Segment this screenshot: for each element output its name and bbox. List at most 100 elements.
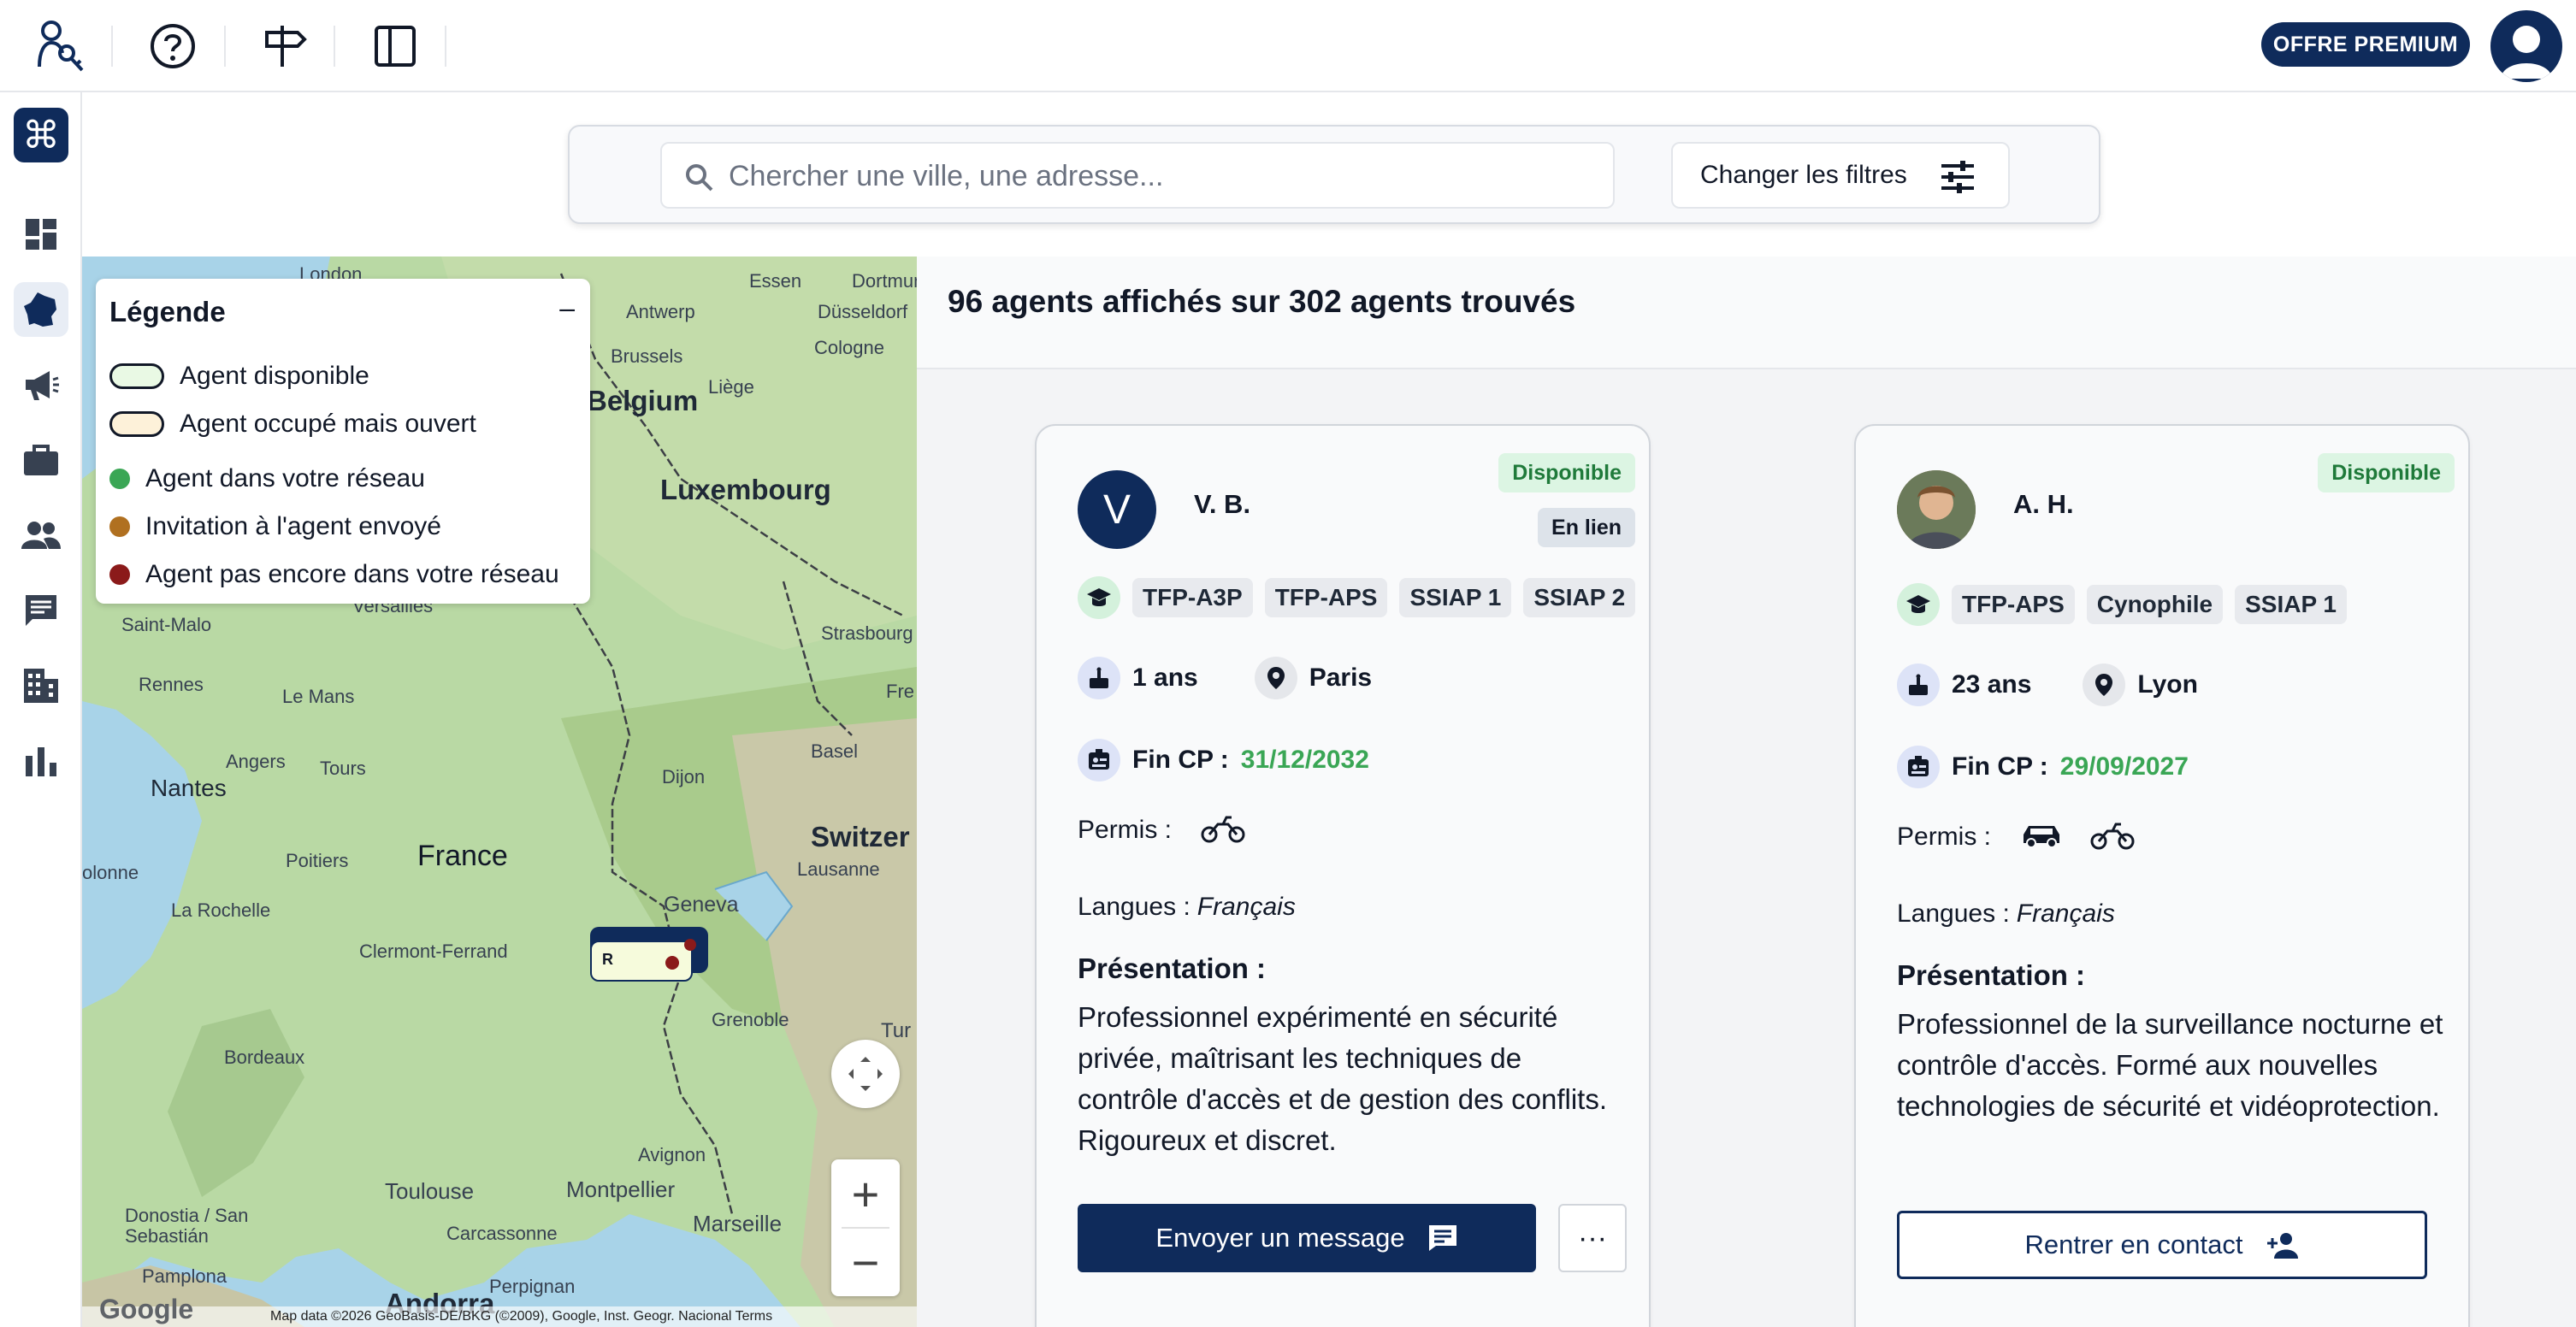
- agent-age: 1 ans: [1132, 664, 1198, 692]
- legend-dot-icon: [109, 469, 130, 489]
- permis-label: Permis :: [1897, 823, 1992, 851]
- age-location-row: 1 ans Paris: [1078, 657, 1372, 699]
- map-city-label: Fre: [886, 681, 914, 702]
- agent-card[interactable]: A. H. Disponible TFP-APS Cynophile SSIAP…: [1854, 424, 2470, 1327]
- agent-city: Lyon: [2137, 670, 2198, 699]
- contact-agent-label: Rentrer en contact: [2024, 1230, 2243, 1259]
- legend-item-in-network: Agent dans votre réseau: [109, 462, 425, 496]
- fin-cp-row: Fin CP : 29/09/2027: [1897, 746, 2189, 788]
- map-view[interactable]: London Essen Dortmund Antwerp Düsseldorf…: [82, 257, 917, 1327]
- change-filters-label: Changer les filtres: [1700, 161, 1907, 189]
- motorcycle-icon: [2090, 821, 2135, 854]
- map-legend: Légende – Agent disponible Agent occupé …: [96, 279, 590, 604]
- map-city-label: Strasbourg: [821, 622, 913, 644]
- premium-offer-button[interactable]: OFFRE PREMIUM: [2261, 22, 2470, 67]
- certifications-row: TFP-APS Cynophile SSIAP 1: [1897, 583, 2347, 626]
- certification-tag: TFP-A3P: [1132, 578, 1253, 617]
- zoom-out-button[interactable]: −: [831, 1228, 900, 1296]
- map-city-label: Marseille: [693, 1211, 783, 1236]
- langues-label: Langues :: [1897, 899, 2010, 928]
- certification-tag: SSIAP 1: [1399, 578, 1512, 617]
- tune-icon: [1941, 161, 1974, 193]
- location-pin-icon: [2083, 664, 2126, 706]
- results-header: 96 agents affichés sur 302 agents trouvé…: [917, 257, 2576, 369]
- map-city-label: Angers: [226, 751, 286, 772]
- search-input[interactable]: [729, 152, 1592, 200]
- legend-item-busy-open: Agent occupé mais ouvert: [109, 407, 476, 441]
- map-city-label: Basel: [811, 740, 859, 762]
- map-city-label: Poitiers: [286, 850, 349, 871]
- fin-cp-label: Fin CP :: [1952, 752, 2048, 781]
- toolbar-divider: [445, 26, 446, 67]
- legend-title: Légende: [109, 296, 226, 327]
- graduation-cap-icon: [1078, 576, 1120, 619]
- legend-item-not-in-network: Agent pas encore dans votre réseau: [109, 557, 559, 592]
- send-message-button[interactable]: Envoyer un message: [1078, 1204, 1536, 1272]
- google-logo: Google: [99, 1294, 194, 1324]
- bar-chart-icon[interactable]: [14, 734, 68, 788]
- fullscreen-icon: [848, 1057, 883, 1091]
- status-badge: Disponible: [2318, 453, 2455, 492]
- id-badge-icon: [1078, 739, 1120, 781]
- legend-collapse-button[interactable]: –: [559, 292, 575, 324]
- legend-dot-icon: [109, 564, 130, 585]
- building-icon[interactable]: [14, 658, 68, 713]
- megaphone-icon[interactable]: [14, 357, 68, 412]
- map-city-label: La Rochelle: [171, 899, 271, 921]
- briefcase-icon[interactable]: [14, 433, 68, 487]
- agent-name: A. H.: [2013, 489, 2074, 519]
- map-city-label: Pamplona: [142, 1265, 227, 1287]
- map-city-label: Rennes: [139, 674, 204, 695]
- toolbar-divider: [224, 26, 226, 67]
- presentation-text: Professionnel de la surveillance nocturn…: [1897, 1008, 2443, 1122]
- more-options-button[interactable]: ···: [1558, 1204, 1627, 1272]
- france-map-icon[interactable]: [14, 282, 68, 337]
- certifications-row: TFP-A3P TFP-APS SSIAP 1 SSIAP 2: [1078, 576, 1636, 619]
- map-marker-status-dot: [684, 939, 696, 951]
- command-menu-icon[interactable]: ⌘: [14, 108, 68, 162]
- map-city-label: Dijon: [662, 766, 706, 787]
- status-badge: Disponible: [1498, 453, 1635, 492]
- message-icon: [1428, 1225, 1456, 1251]
- help-icon[interactable]: [142, 15, 204, 77]
- map-fullscreen-button[interactable]: [831, 1040, 900, 1108]
- sidebar-toggle-icon[interactable]: [364, 15, 426, 77]
- results-summary: 96 agents affichés sur 302 agents trouvé…: [948, 284, 1576, 319]
- map-country-label: Luxembourg: [660, 474, 831, 505]
- people-icon[interactable]: [14, 508, 68, 563]
- dashboard-icon[interactable]: [14, 207, 68, 262]
- signpost-icon[interactable]: [253, 15, 315, 77]
- map-city-label: Donostia / San Sebastián: [125, 1205, 249, 1247]
- toolbar-divider: [111, 26, 113, 67]
- map-city-label: Bordeaux: [224, 1047, 305, 1068]
- car-icon: [2020, 823, 2063, 852]
- agent-key-logo-icon[interactable]: [29, 15, 91, 77]
- zoom-in-button[interactable]: +: [831, 1159, 900, 1228]
- map-city-label: Antwerp: [626, 301, 695, 322]
- change-filters-button[interactable]: Changer les filtres: [1671, 142, 2010, 209]
- certification-tag: TFP-APS: [1952, 585, 2075, 624]
- map-city-label: Tur: [881, 1019, 912, 1042]
- map-country-label: France: [417, 840, 508, 872]
- legend-label: Agent occupé mais ouvert: [180, 410, 476, 438]
- chat-icon[interactable]: [14, 583, 68, 638]
- legend-item-invited: Invitation à l'agent envoyé: [109, 510, 441, 544]
- map-marker-status-dot: [665, 956, 679, 970]
- map-city-label: Carcassonne: [446, 1223, 558, 1244]
- presentation-text: Professionnel expérimenté en sécurité pr…: [1078, 1001, 1607, 1156]
- langues-value: Français: [2016, 899, 2115, 928]
- legend-dot-icon: [109, 516, 130, 537]
- map-city-label: Essen: [749, 270, 802, 292]
- legend-label: Agent dans votre réseau: [145, 464, 425, 492]
- certification-tag: TFP-APS: [1264, 578, 1388, 617]
- user-avatar[interactable]: [2490, 10, 2562, 82]
- map-city-label: Avignon: [638, 1144, 706, 1165]
- contact-agent-button[interactable]: Rentrer en contact: [1897, 1211, 2427, 1279]
- search-field[interactable]: [660, 142, 1615, 209]
- langues-row: Langues : Français: [1897, 893, 2115, 935]
- map-city-label: Düsseldorf: [818, 301, 908, 322]
- agent-card[interactable]: V V. B. Disponible En lien TFP-A3P TFP-A…: [1035, 424, 1651, 1327]
- map-city-label: Clermont-Ferrand: [359, 941, 508, 962]
- presentation-title: Présentation :: [1078, 952, 1267, 984]
- send-message-label: Envoyer un message: [1155, 1223, 1405, 1253]
